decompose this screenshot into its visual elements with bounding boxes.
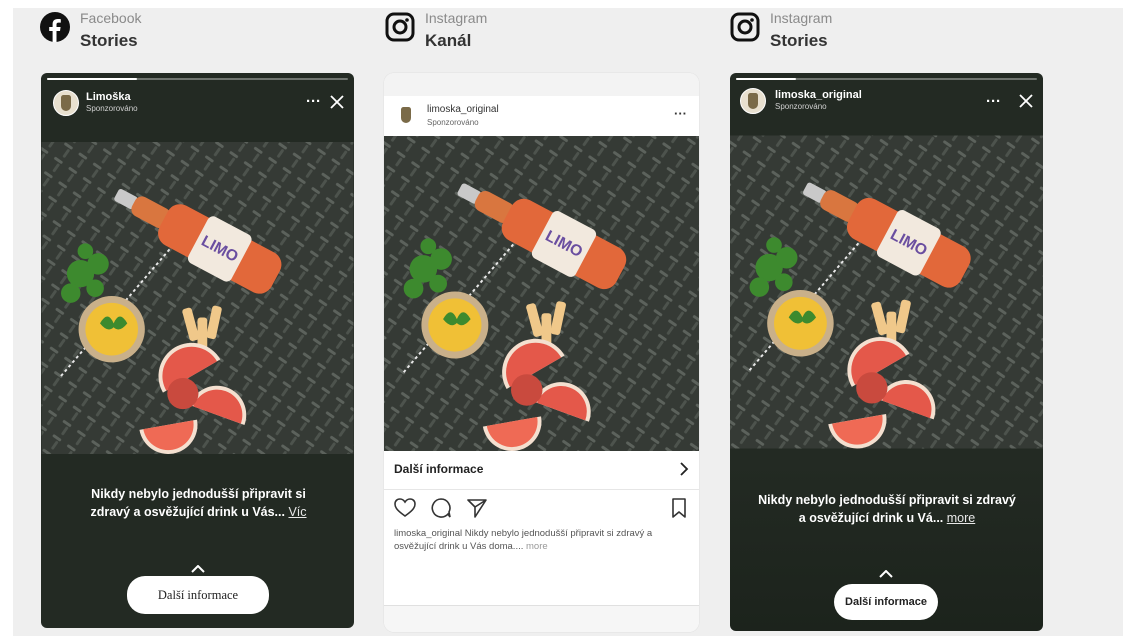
product-photo xyxy=(730,135,1043,449)
caption-text: Nikdy nebylo jednodušší připravit si zdr… xyxy=(90,487,306,519)
account-name[interactable]: Limoška xyxy=(86,91,131,103)
product-photo xyxy=(384,136,699,451)
platform-name: Instagram xyxy=(425,10,488,26)
learn-more-button[interactable]: Další informace xyxy=(834,584,938,620)
story-progress-fill xyxy=(736,78,797,80)
account-name[interactable]: limoska_original xyxy=(427,104,499,115)
heart-icon[interactable] xyxy=(394,497,416,519)
sponsored-label: Sponzorováno xyxy=(775,102,827,111)
sponsored-label: Sponzorováno xyxy=(86,104,138,113)
bookmark-icon[interactable] xyxy=(668,497,690,519)
close-icon[interactable] xyxy=(329,94,345,110)
feed-bottom-bar xyxy=(384,605,699,632)
more-options-icon[interactable]: ··· xyxy=(986,93,1001,110)
comment-icon[interactable] xyxy=(430,497,452,519)
account-name[interactable]: limoska_original xyxy=(775,89,862,101)
share-icon[interactable] xyxy=(466,497,488,519)
facebook-icon xyxy=(40,12,70,42)
avatar[interactable] xyxy=(53,90,79,116)
avatar[interactable] xyxy=(740,88,766,114)
instagram-icon xyxy=(730,12,760,42)
learn-more-label: Další informace xyxy=(394,462,484,476)
instagram-feed-preview: limoska_original Sponzorováno ··· Další … xyxy=(384,73,699,632)
platform-format: Kanál xyxy=(425,31,472,50)
feed-top-bar xyxy=(384,73,699,96)
post-caption: limoska_original Nikdy nebylo jednodušší… xyxy=(394,527,684,553)
see-more-link[interactable]: more xyxy=(947,511,975,525)
story-caption: Nikdy nebylo jednodušší připravit si zdr… xyxy=(71,485,326,521)
story-progress-bar xyxy=(47,78,348,80)
close-icon[interactable] xyxy=(1018,93,1034,109)
learn-more-bar[interactable]: Další informace xyxy=(384,451,699,490)
instagram-story-preview: limoska_original Sponzorováno ··· Nikdy … xyxy=(730,73,1043,631)
platform-name: Facebook xyxy=(80,10,142,26)
story-progress-bar xyxy=(736,78,1037,80)
sponsored-label: Sponzorováno xyxy=(427,118,479,127)
chevron-up-icon xyxy=(879,570,893,578)
learn-more-button[interactable]: Další informace xyxy=(127,576,269,614)
caption-username[interactable]: limoska_original xyxy=(394,528,462,539)
platform-format: Stories xyxy=(770,31,828,50)
story-progress-fill xyxy=(47,78,138,80)
product-photo xyxy=(41,142,354,454)
story-caption: Nikdy nebylo jednodušší připravit si zdr… xyxy=(756,491,1018,527)
instagram-icon xyxy=(385,12,415,42)
caption-text: Nikdy nebylo jednodušší připravit si zdr… xyxy=(758,493,1016,525)
see-more-link[interactable]: Víc xyxy=(288,505,306,519)
facebook-story-preview: Limoška Sponzorováno ··· Nikdy nebylo je… xyxy=(41,73,354,628)
platform-format: Stories xyxy=(80,31,138,50)
chevron-up-icon xyxy=(191,565,205,573)
avatar[interactable] xyxy=(396,104,418,126)
chevron-right-icon xyxy=(680,462,689,476)
platform-name: Instagram xyxy=(770,10,833,26)
see-more-link[interactable]: more xyxy=(526,541,548,552)
more-options-icon[interactable]: ··· xyxy=(306,93,321,110)
more-options-icon[interactable]: ··· xyxy=(674,106,687,121)
